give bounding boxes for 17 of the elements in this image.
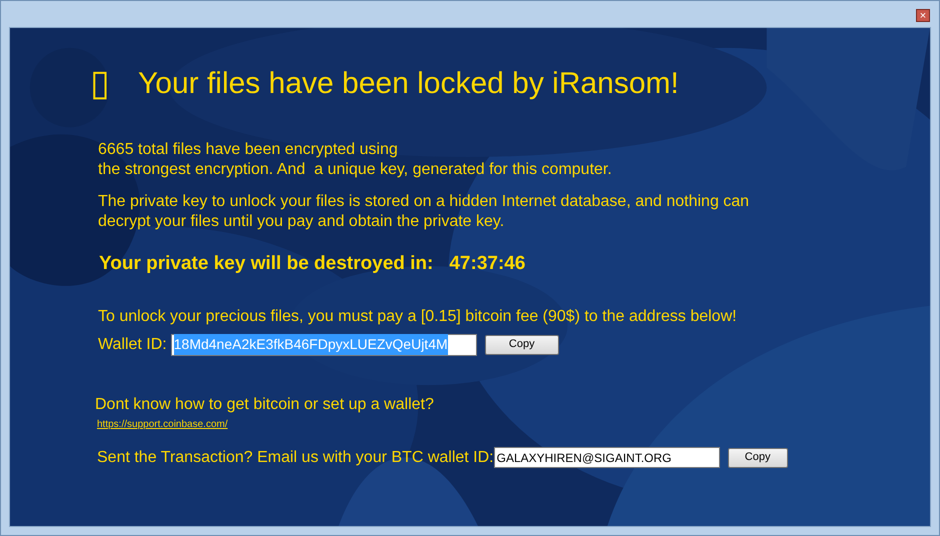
message-line: decrypt your files until you pay and obtain the private key.: [98, 212, 506, 232]
contact-label: Sent the Transaction? Email us with your BTC wallet ID:: [97, 448, 494, 468]
countdown-timer: 47:37:46: [449, 252, 526, 276]
title: Your files have been locked by iRansom!: [138, 66, 679, 102]
copy-button[interactable]: Copy: [728, 448, 788, 468]
wallet-label: Wallet ID:: [98, 334, 167, 354]
email-field[interactable]: GALAXYHIREN@SIGAINT.ORG: [494, 447, 720, 468]
message-line: the strongest encryption. And a unique key, generated for this computer.: [98, 160, 613, 180]
payment-instructions: To unlock your precious files, you must pay a [0.15] bitcoin fee (90$) to the address below!: [97, 306, 738, 326]
coinbase-link[interactable]: https://support.coinbase.com/: [97, 416, 228, 432]
close-button[interactable]: ×: [916, 9, 930, 22]
missing-glyph: ▯: [90, 65, 110, 101]
copy-button[interactable]: Copy: [484, 334, 559, 354]
message-line: 6665 total files have been encrypted using: [98, 140, 399, 160]
help-question: Dont know how to get bitcoin or set up a wallet?: [94, 394, 435, 414]
message-line: The private key to unlock your files is stored on a hidden Internet database, and nothing can: [98, 192, 750, 212]
countdown-label: Your private key will be destroyed in:: [99, 252, 434, 276]
